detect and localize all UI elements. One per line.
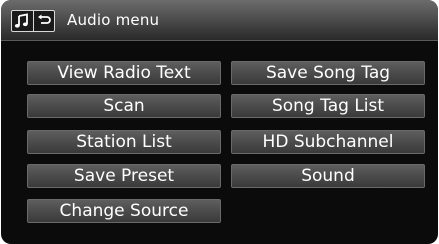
title-icon-group <box>11 10 55 32</box>
song-tag-list-button[interactable]: Song Tag List <box>231 94 425 118</box>
view-radio-text-button[interactable]: View Radio Text <box>27 61 221 85</box>
save-preset-button[interactable]: Save Preset <box>27 164 221 188</box>
save-song-tag-button[interactable]: Save Song Tag <box>231 61 425 85</box>
back-arrow-icon[interactable] <box>32 11 55 31</box>
change-source-button[interactable]: Change Source <box>27 199 221 223</box>
music-note-icon <box>12 11 33 31</box>
sound-button[interactable]: Sound <box>231 164 425 188</box>
audio-menu-screen: Audio menu View Radio Text Scan Station … <box>1 0 438 244</box>
title-bar: Audio menu <box>1 0 438 41</box>
scan-button[interactable]: Scan <box>27 94 221 118</box>
page-title: Audio menu <box>67 11 160 29</box>
station-list-button[interactable]: Station List <box>27 130 221 154</box>
hd-subchannel-button[interactable]: HD Subchannel <box>231 130 425 154</box>
